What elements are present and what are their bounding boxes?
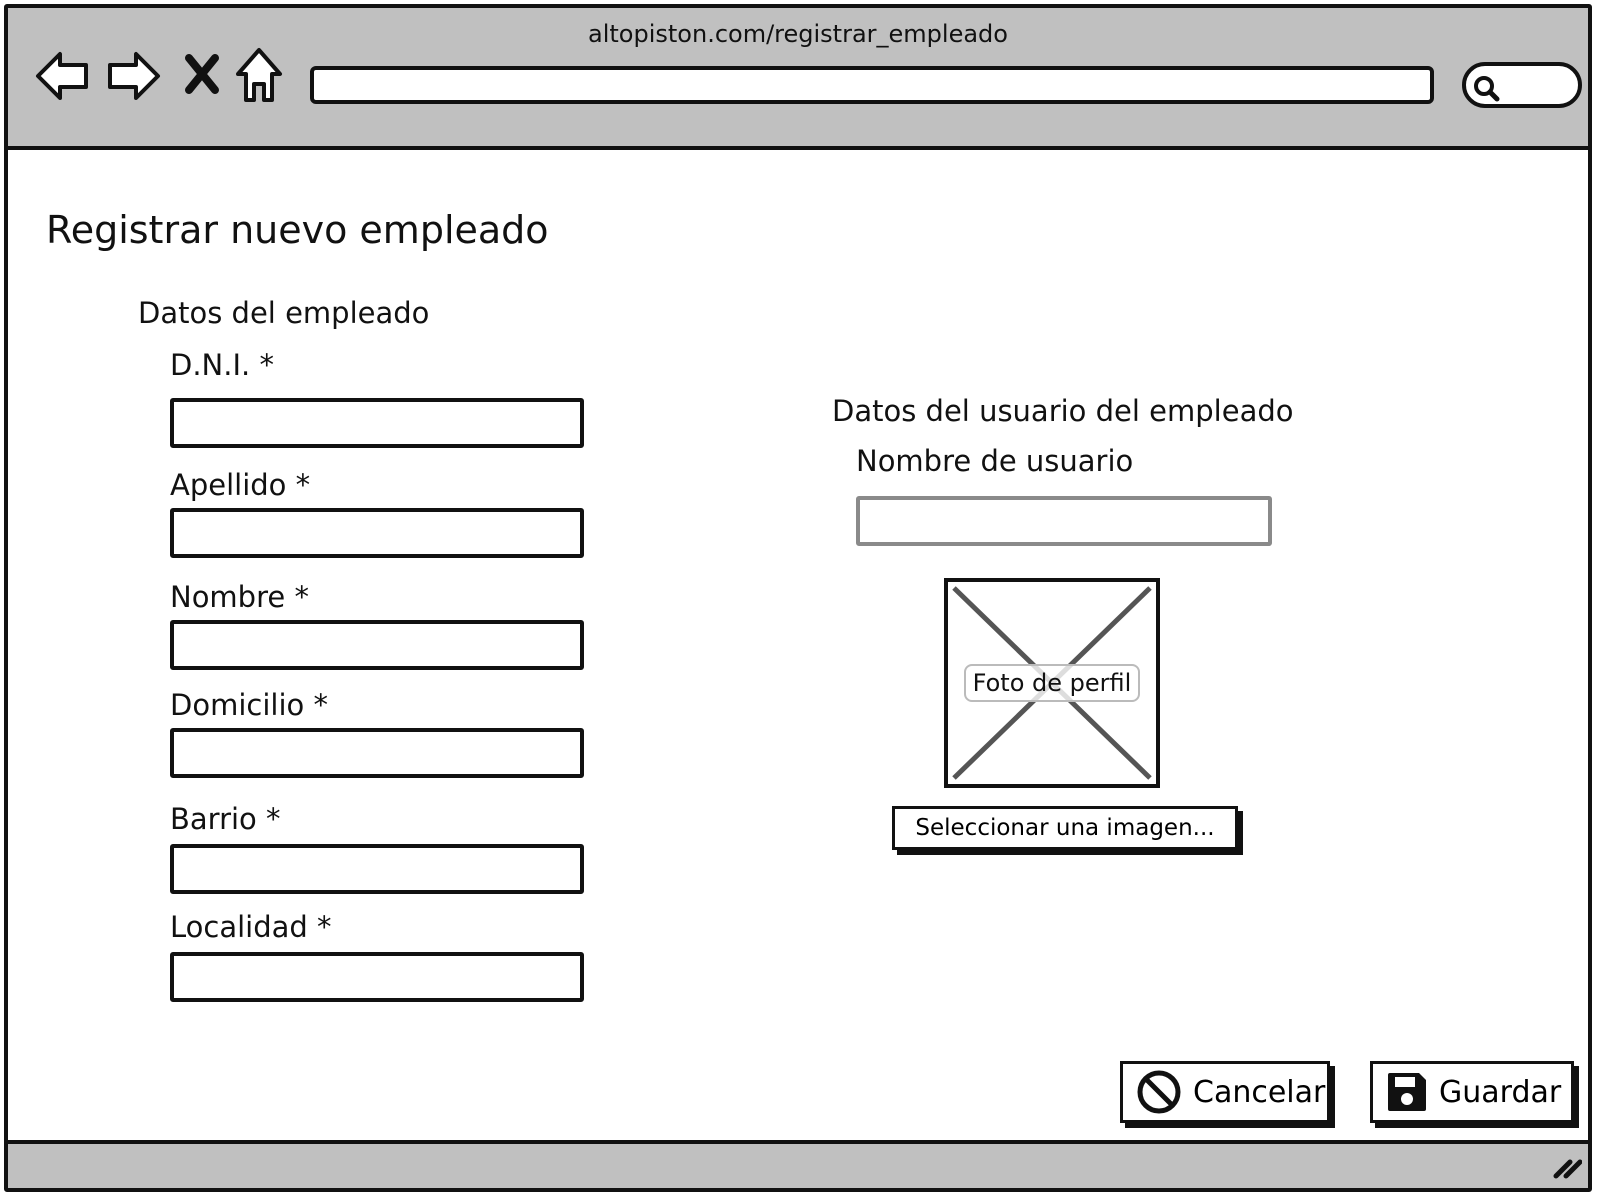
save-button[interactable]: Guardar <box>1370 1061 1574 1123</box>
barrio-label: Barrio * <box>170 802 281 836</box>
nombre-label: Nombre * <box>170 580 309 614</box>
user-section-title: Datos del usuario del empleado <box>832 394 1294 428</box>
ban-icon <box>1137 1070 1181 1114</box>
page-title: Registrar nuevo empleado <box>46 208 549 252</box>
forward-arrow-icon[interactable] <box>104 48 162 104</box>
search-icon <box>1474 76 1500 102</box>
employee-section-title: Datos del empleado <box>138 296 430 330</box>
cancel-label: Cancelar <box>1193 1074 1326 1110</box>
save-label: Guardar <box>1439 1074 1562 1110</box>
dni-label: D.N.I. * <box>170 348 274 382</box>
cancel-button[interactable]: Cancelar <box>1120 1061 1330 1123</box>
page-url: altopiston.com/registrar_empleado <box>588 20 1008 48</box>
profile-photo-placeholder: Foto de perfil <box>944 578 1160 788</box>
home-icon[interactable] <box>234 46 284 104</box>
domicilio-field[interactable] <box>170 728 584 778</box>
domicilio-label: Domicilio * <box>170 688 328 722</box>
address-bar[interactable] <box>310 66 1434 104</box>
localidad-field[interactable] <box>170 952 584 1002</box>
resize-grip-icon[interactable] <box>1550 1152 1583 1184</box>
browser-toolbar: altopiston.com/registrar_empleado <box>8 8 1588 150</box>
photo-label: Foto de perfil <box>964 664 1140 702</box>
stop-x-icon[interactable] <box>184 54 220 94</box>
nombre-field[interactable] <box>170 620 584 670</box>
select-image-button[interactable]: Seleccionar una imagen... <box>892 806 1238 850</box>
select-image-label: Seleccionar una imagen... <box>915 815 1215 841</box>
browser-search-box[interactable] <box>1462 62 1582 108</box>
username-field[interactable] <box>856 496 1272 546</box>
status-bar <box>8 1140 1588 1188</box>
browser-window: altopiston.com/registrar_empleado Regist… <box>4 4 1592 1192</box>
apellido-field[interactable] <box>170 508 584 558</box>
localidad-label: Localidad * <box>170 910 332 944</box>
dni-field[interactable] <box>170 398 584 448</box>
username-label: Nombre de usuario <box>856 444 1134 478</box>
back-arrow-icon[interactable] <box>34 48 92 104</box>
apellido-label: Apellido * <box>170 468 311 502</box>
floppy-disk-icon <box>1388 1073 1426 1111</box>
barrio-field[interactable] <box>170 844 584 894</box>
